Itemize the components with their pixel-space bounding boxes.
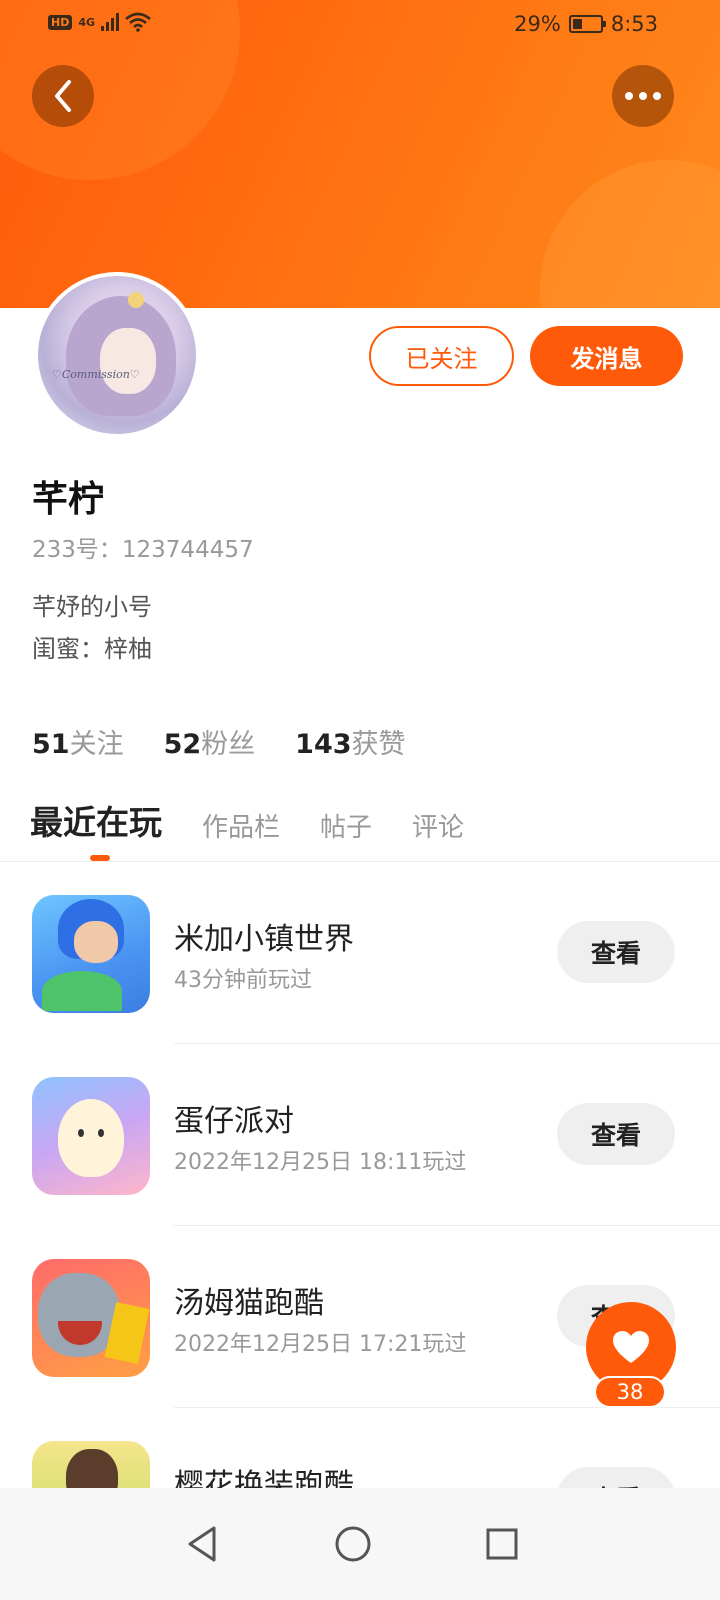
- list-item[interactable]: 蛋仔派对 2022年12月25日 18:11玩过 查看: [0, 1044, 720, 1226]
- square-recents-icon: [486, 1528, 518, 1560]
- last-played-time: 2022年12月25日 18:11玩过: [174, 1150, 467, 1175]
- stat-number: 52: [163, 729, 202, 760]
- followed-button[interactable]: 已关注: [369, 326, 514, 386]
- avatar-signature: ♡Commission♡: [52, 368, 140, 381]
- tab-comments[interactable]: 评论: [412, 807, 464, 844]
- send-message-button[interactable]: 发消息: [530, 326, 683, 386]
- heart-icon: [613, 1331, 649, 1363]
- signal-icon: [101, 13, 120, 31]
- game-title: 蛋仔派对: [174, 1104, 294, 1139]
- profile-stats: 51关注 52粉丝 143获赞: [32, 722, 406, 761]
- status-bar: HD 4G 29% 8:53: [0, 0, 720, 50]
- wifi-icon: [125, 12, 151, 32]
- circle-home-icon: [335, 1526, 371, 1562]
- nav-home-button[interactable]: [329, 1520, 377, 1568]
- stat-label: 粉丝: [201, 729, 256, 760]
- bio-line: 芊妤的小号: [32, 593, 152, 621]
- tab-works[interactable]: 作品栏: [202, 807, 280, 844]
- battery-percent: 29%: [514, 12, 561, 36]
- chevron-left-icon: [55, 80, 71, 112]
- game-icon: [32, 895, 150, 1013]
- last-played-time: 2022年12月25日 17:21玩过: [174, 1332, 467, 1357]
- game-icon: [32, 1077, 150, 1195]
- stat-number: 51: [32, 729, 70, 760]
- nav-recents-button[interactable]: [478, 1520, 526, 1568]
- bio-line: 闺蜜：梓柚: [32, 635, 152, 663]
- user-id: 233号：123744457: [32, 537, 254, 563]
- system-nav-bar: [0, 1488, 720, 1600]
- stat-following[interactable]: 51关注: [32, 722, 124, 761]
- stat-label: 关注: [69, 729, 124, 760]
- stat-label: 获赞: [351, 729, 406, 760]
- nav-back-button[interactable]: [178, 1520, 226, 1568]
- more-horizontal-icon: [625, 92, 661, 100]
- battery-icon: [568, 15, 606, 33]
- banner-decoration: [540, 160, 720, 308]
- view-button[interactable]: 查看: [557, 1103, 675, 1165]
- stat-likes[interactable]: 143获赞: [295, 722, 405, 761]
- back-button[interactable]: [32, 65, 94, 127]
- tab-posts[interactable]: 帖子: [320, 807, 372, 844]
- network-type: 4G: [78, 15, 96, 29]
- game-icon: [32, 1259, 150, 1377]
- profile-tabs: 最近在玩 作品栏 帖子 评论: [30, 796, 464, 844]
- last-played-time: 43分钟前玩过: [174, 968, 312, 993]
- view-button[interactable]: 查看: [557, 921, 675, 983]
- game-title: 米加小镇世界: [174, 922, 354, 957]
- stat-number: 143: [295, 729, 352, 760]
- stat-followers[interactable]: 52粉丝: [164, 722, 256, 761]
- user-bio: 芊妤的小号 闺蜜：梓柚: [32, 586, 152, 670]
- list-item[interactable]: 米加小镇世界 43分钟前玩过 查看: [0, 862, 720, 1044]
- avatar[interactable]: ♡Commission♡: [34, 272, 200, 438]
- hd-indicator: HD: [48, 14, 73, 30]
- more-options-button[interactable]: [612, 65, 674, 127]
- user-name: 芊柠: [32, 479, 105, 520]
- game-title: 汤姆猫跑酷: [174, 1286, 324, 1321]
- triangle-back-icon: [188, 1526, 216, 1562]
- like-count-badge: 38: [594, 1376, 666, 1408]
- tab-recently-played[interactable]: 最近在玩: [30, 796, 162, 844]
- clock: 8:53: [610, 12, 658, 36]
